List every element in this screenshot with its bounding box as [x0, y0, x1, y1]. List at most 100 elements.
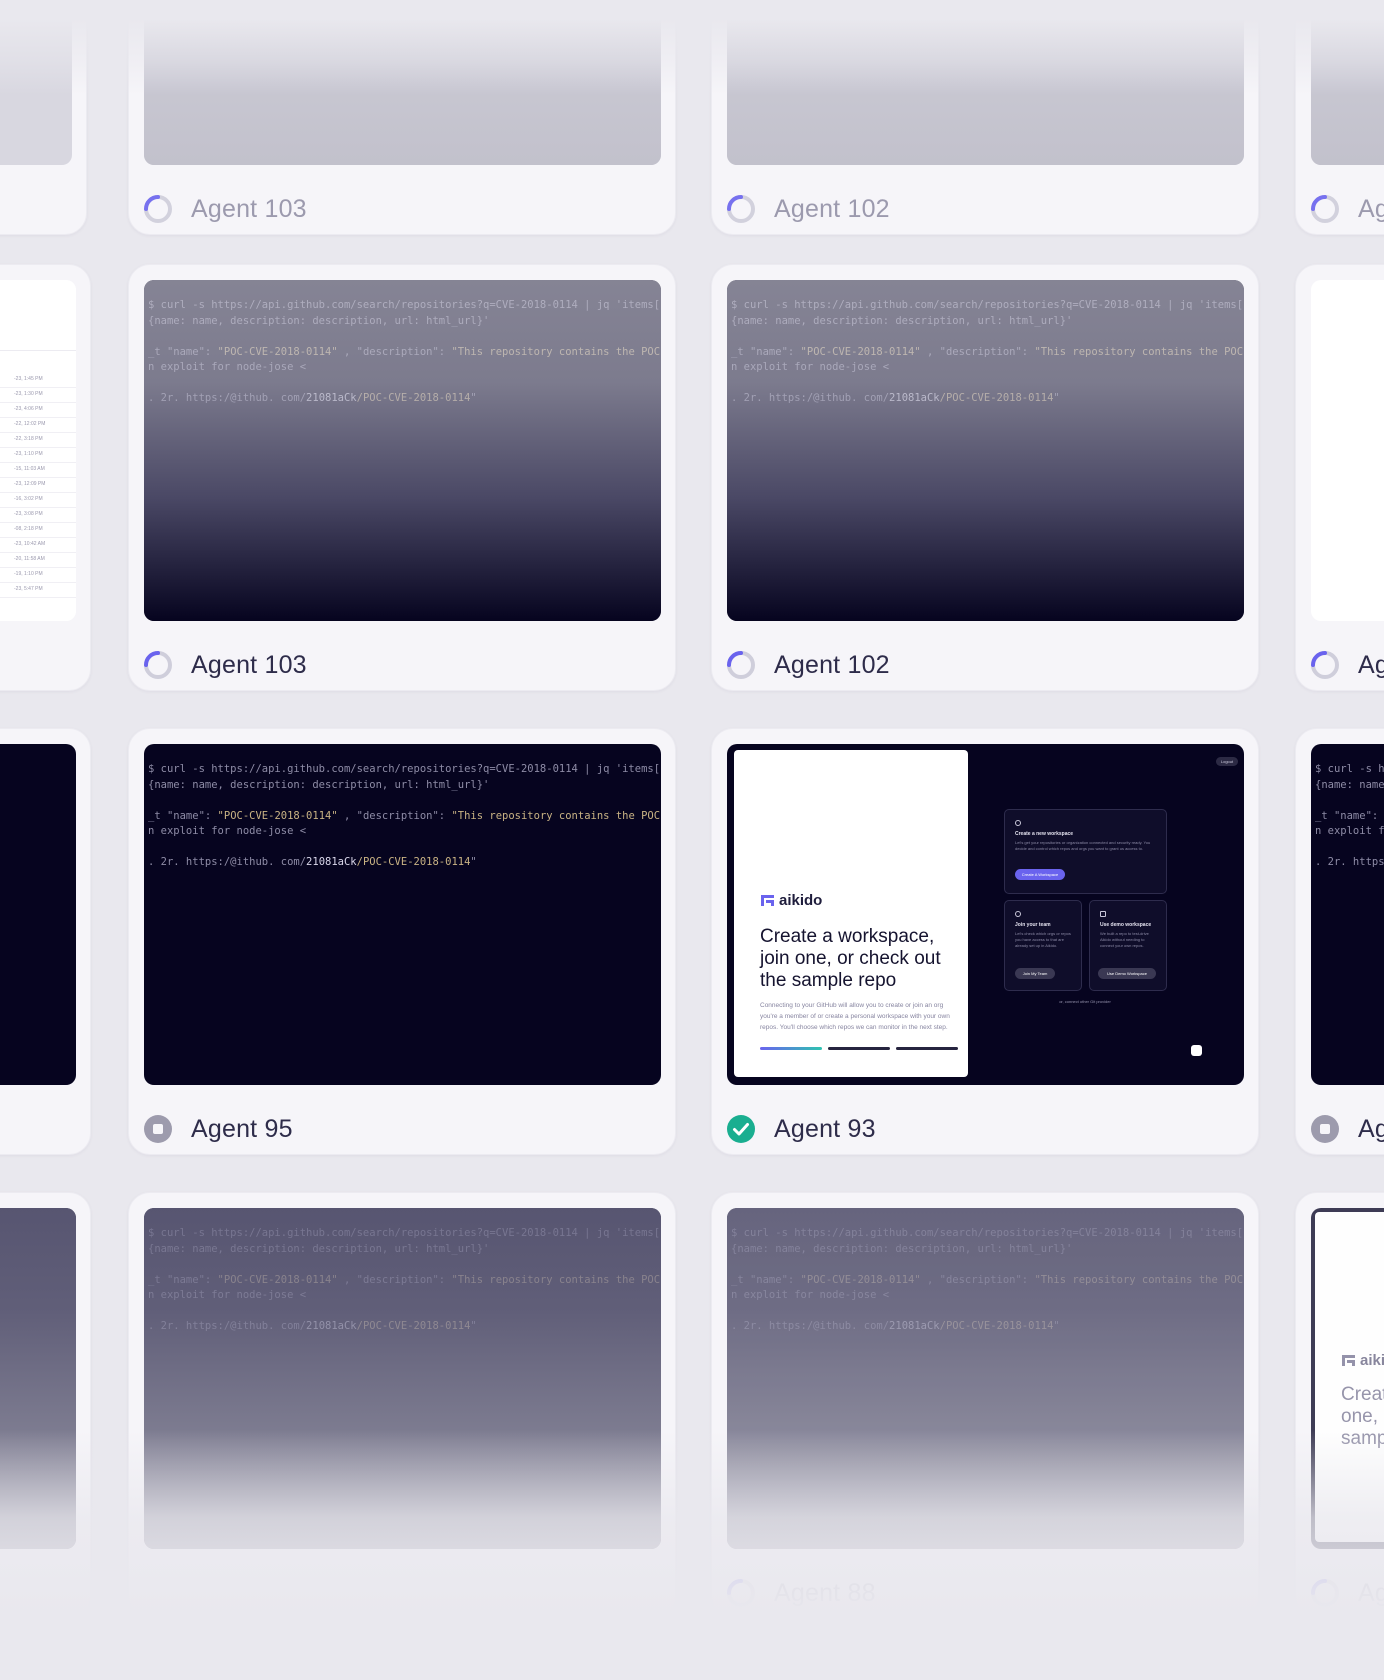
terminal-text: "POC-CVE-2018-0114": [800, 345, 921, 358]
terminal-text: n exploit for node-jose <: [731, 361, 890, 373]
agent-card[interactable]: Ag: [1295, 264, 1384, 691]
agent-screen-preview[interactable]: [727, 0, 1244, 165]
table-cell-date: -16, 3:02 PM: [14, 496, 43, 502]
loading-spinner-icon: [143, 194, 173, 224]
terminal-text: . 2r. https:/@ithub. com/: [148, 392, 307, 404]
agent-card[interactable]: $ curl -s https://api.github.com/search/…: [0, 1192, 91, 1619]
join-team-button[interactable]: Join My Team: [1015, 968, 1055, 979]
table-row[interactable]: -22, 12:02 PM: [0, 417, 76, 433]
agent-card[interactable]: $ curl -s https://api.github.com/search/…: [128, 1192, 676, 1619]
agent-card[interactable]: Agent 102: [711, 0, 1259, 235]
demo-workspace-card[interactable]: Use demo workspace We built a repo to tes…: [1089, 900, 1167, 991]
agent-card[interactable]: $ curl -s https://api.github.com/search/…: [711, 1192, 1259, 1619]
agent-screen-preview[interactable]: $ curl -s https://api.github.com/search/…: [0, 744, 76, 1085]
chat-widget-icon[interactable]: [1191, 1045, 1202, 1056]
agent-card-footer: Agent 103: [143, 647, 307, 683]
terminal-text: , "description":: [337, 345, 452, 358]
progress-step-1: [760, 1047, 822, 1050]
terminal-text: {name: name, description: description, u…: [148, 778, 490, 791]
loading-spinner-icon: [726, 1578, 756, 1608]
agent-card[interactable]: $ curl -s https://api.github.com/search/…: [128, 264, 676, 691]
terminal-text: /POC-CVE-2018-0114: [356, 1320, 471, 1332]
agent-screen-preview[interactable]: [144, 0, 661, 165]
create-workspace-title: Create a new workspace: [1015, 831, 1074, 837]
table-row[interactable]: -23, 4:06 PM: [0, 402, 76, 418]
agent-card[interactable]: -23, 1:45 PM -23, 1:30 PM -23, 4:06 PM -22,…: [0, 264, 91, 691]
agent-card[interactable]: [0, 0, 87, 235]
table-row[interactable]: -23, 5:47 PM: [0, 582, 76, 598]
table-row[interactable]: -23, 3:08 PM: [0, 507, 76, 523]
agent-card[interactable]: aikido Create a workspace, join one, or c…: [1295, 1192, 1384, 1619]
agent-name: Agent 102: [774, 194, 890, 223]
table-row[interactable]: -23, 10:42 AM: [0, 537, 76, 553]
agent-screen-preview[interactable]: aikido Create a workspace, join one, or c…: [1311, 1208, 1384, 1549]
table-row[interactable]: -22, 3:18 PM: [0, 432, 76, 448]
agent-screen-preview[interactable]: $ curl -s https://api.github.com/search/…: [0, 1208, 76, 1549]
agent-screen-preview[interactable]: aikido Create a workspace, join one, or c…: [727, 744, 1244, 1085]
agent-card-footer: Ag: [1310, 647, 1384, 683]
table-row[interactable]: -23, 1:45 PM: [0, 372, 76, 388]
create-workspace-button[interactable]: Create A Workspace: [1015, 869, 1065, 880]
agent-screen-preview[interactable]: $ curl -s https://api.github.com/search/…: [144, 1208, 661, 1549]
other-provider-link[interactable]: or, connect other Git provider: [1005, 999, 1165, 1004]
agent-screen-preview[interactable]: $ curl -s https://api.github.com/search/…: [1311, 744, 1384, 1085]
agent-card[interactable]: $ curl -s https://api.github.com/search/…: [128, 728, 676, 1155]
table-row[interactable]: -16, 3:02 PM: [0, 492, 76, 508]
table-row[interactable]: -08, 2:18 PM: [0, 522, 76, 538]
agent-card-footer: Agent 102: [726, 647, 890, 683]
terminal-text: . 2r. https:/@ithub. com/: [731, 392, 890, 404]
agent-card-footer: Ag: [1310, 1575, 1384, 1611]
agent-card[interactable]: $ curl -s https://api.github.com/search/…: [1295, 728, 1384, 1155]
agent-screen-preview[interactable]: $ curl -s https://api.github.com/search/…: [144, 280, 661, 621]
agent-screen-preview[interactable]: [1311, 280, 1384, 621]
logout-button[interactable]: Logout: [1216, 757, 1238, 766]
table-row[interactable]: -23, 1:10 PM: [0, 447, 76, 463]
agent-name: Ag: [1358, 194, 1384, 223]
join-team-card[interactable]: Join your team Let's check which orgs or …: [1004, 900, 1082, 991]
create-workspace-card[interactable]: Create a new workspace Let's get your rep…: [1004, 809, 1167, 894]
terminal-text: . 2r. https:/@ithub. com/: [1315, 856, 1384, 868]
terminal-text: n exploit for node-jose <: [148, 825, 307, 837]
agent-screen-preview[interactable]: $ curl -s https://api.github.com/search/…: [144, 744, 661, 1085]
terminal-text: /POC-CVE-2018-0114: [356, 392, 471, 404]
agent-screen-preview[interactable]: -23, 1:45 PM -23, 1:30 PM -23, 4:06 PM -22,…: [0, 280, 76, 621]
agent-screen-preview[interactable]: $ curl -s https://api.github.com/search/…: [727, 1208, 1244, 1549]
demo-workspace-title: Use demo workspace: [1100, 922, 1152, 928]
table-row[interactable]: -19, 1:10 PM: [0, 567, 76, 583]
table-row[interactable]: -23, 1:30 PM: [0, 387, 76, 403]
terminal-text: /POC-CVE-2018-0114: [939, 1320, 1054, 1332]
agent-name: Ag: [1358, 1114, 1384, 1143]
user-icon: [1015, 911, 1021, 917]
terminal-text: _t "name":: [1315, 809, 1384, 822]
agent-card[interactable]: aikido Create a workspace, join one, or c…: [711, 728, 1259, 1155]
agent-card[interactable]: Agent 103: [128, 0, 676, 235]
agent-card-footer: Ag: [1310, 1111, 1384, 1147]
demo-workspace-button[interactable]: Use Demo Workspace: [1098, 968, 1156, 979]
stop-circle-icon: [143, 1114, 173, 1144]
agent-screen-preview[interactable]: [1311, 0, 1384, 165]
table-cell-date: -23, 4:06 PM: [14, 406, 43, 412]
agent-card-footer: Agent 93: [726, 1111, 876, 1147]
agent-screen-preview[interactable]: [0, 0, 72, 165]
aikido-logo-icon: [760, 893, 775, 908]
agent-screen-preview[interactable]: $ curl -s https://api.github.com/search/…: [727, 280, 1244, 621]
table-row[interactable]: -15, 11:03 AM: [0, 462, 76, 478]
agent-card[interactable]: $ curl -s https://api.github.com/search/…: [711, 264, 1259, 691]
screen-fade-overlay: [144, 0, 661, 165]
agent-name: Agent 103: [191, 650, 307, 679]
agent-card[interactable]: Ag: [1295, 0, 1384, 235]
terminal-text: n exploit for node-jose <: [148, 361, 307, 373]
terminal-output: $ curl -s https://api.github.com/search/…: [731, 1226, 1244, 1335]
agent-card[interactable]: $ curl -s https://api.github.com/search/…: [0, 728, 91, 1155]
onboarding-heading: Create a workspace, join one, or check o…: [760, 926, 941, 991]
agent-name: Agent 103: [191, 194, 307, 223]
agent-card-footer: Agent 102: [726, 191, 890, 227]
terminal-text: $ curl -s https://api.github.com/search/…: [148, 299, 661, 311]
table-row[interactable]: -20, 11:58 AM: [0, 552, 76, 568]
onboarding-heading: Create a workspace, join one, or check o…: [1341, 1384, 1384, 1449]
terminal-text: , "description":: [337, 1273, 452, 1286]
table-cell-date: -20, 11:58 AM: [14, 556, 45, 562]
terminal-text: /POC-CVE-2018-0114: [356, 856, 471, 868]
table-row[interactable]: -23, 12:09 PM: [0, 477, 76, 493]
terminal-output: $ curl -s https://api.github.com/search/…: [148, 1226, 661, 1335]
